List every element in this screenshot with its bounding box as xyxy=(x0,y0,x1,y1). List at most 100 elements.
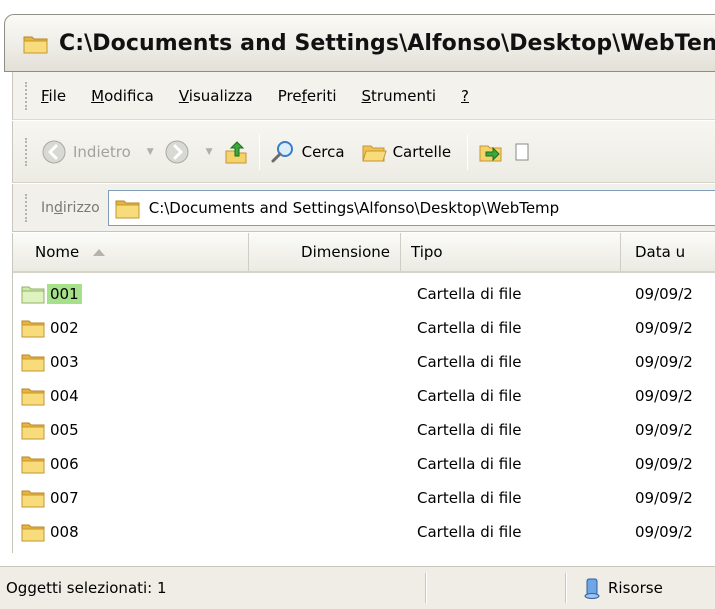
column-type-label: Tipo xyxy=(411,243,443,261)
folder-icon xyxy=(21,284,45,304)
folder-icon xyxy=(21,488,45,508)
file-date: 09/09/2 xyxy=(635,353,693,371)
search-icon xyxy=(270,139,296,165)
row-name-cell: 007 xyxy=(21,488,82,508)
column-header-name[interactable]: Nome xyxy=(13,233,249,271)
toolbar: Indietro ▼ ▼ Cerca Cartelle xyxy=(12,121,715,183)
column-header-size[interactable]: Dimensione xyxy=(249,233,401,271)
back-arrow-icon xyxy=(41,139,67,165)
file-date: 09/09/2 xyxy=(635,455,693,473)
file-name: 002 xyxy=(50,319,79,337)
address-label: Indirizzo xyxy=(41,199,100,216)
row-name-cell: 004 xyxy=(21,386,82,406)
search-label: Cerca xyxy=(301,142,345,161)
back-label: Indietro xyxy=(73,142,131,161)
menu-help[interactable]: ? xyxy=(461,87,469,105)
column-size-label: Dimensione xyxy=(301,243,390,261)
file-name: 001 xyxy=(47,284,82,304)
file-date: 09/09/2 xyxy=(635,523,693,541)
table-row[interactable]: 001 Cartella di file 09/09/2 xyxy=(13,277,715,311)
table-row[interactable]: 003 Cartella di file 09/09/2 xyxy=(13,345,715,379)
folder-icon xyxy=(21,522,45,542)
forward-dropdown-icon[interactable]: ▼ xyxy=(206,147,213,157)
address-input[interactable]: C:\Documents and Settings\Alfonso\Deskto… xyxy=(107,189,715,226)
row-name-cell: 001 xyxy=(21,284,82,304)
menu-strumenti[interactable]: Strumenti xyxy=(362,87,436,105)
status-zone-label: Risorse xyxy=(608,579,663,597)
explorer-window: C:\Documents and Settings\Alfonso\Deskto… xyxy=(0,0,715,609)
file-type: Cartella di file xyxy=(417,421,522,439)
back-dropdown-icon[interactable]: ▼ xyxy=(147,147,154,157)
file-type: Cartella di file xyxy=(417,319,522,337)
row-name-cell: 005 xyxy=(21,420,82,440)
menubar-grip[interactable] xyxy=(25,81,29,110)
forward-button[interactable] xyxy=(164,139,190,165)
search-button[interactable]: Cerca xyxy=(270,139,345,165)
row-name-cell: 008 xyxy=(21,522,82,542)
file-type: Cartella di file xyxy=(417,353,522,371)
column-date-label: Data u xyxy=(635,243,686,261)
menu-visualizza[interactable]: Visualizza xyxy=(179,87,253,105)
column-header-type[interactable]: Tipo xyxy=(401,233,621,271)
folder-icon xyxy=(21,420,45,440)
menu-bar: File Modifica Visualizza Preferiti Strum… xyxy=(12,72,715,120)
file-date: 09/09/2 xyxy=(635,387,693,405)
column-name-label: Nome xyxy=(35,243,80,261)
status-selection: Oggetti selezionati: 1 xyxy=(6,579,167,597)
title-bar[interactable]: C:\Documents and Settings\Alfonso\Deskto… xyxy=(4,14,715,72)
file-date: 09/09/2 xyxy=(635,285,693,303)
folder-icon xyxy=(21,454,45,474)
status-zone: Risorse xyxy=(582,577,663,599)
file-type: Cartella di file xyxy=(417,285,522,303)
folder-icon xyxy=(21,386,45,406)
column-header-date[interactable]: Data u xyxy=(621,233,715,271)
move-to-button[interactable] xyxy=(478,140,504,164)
table-row[interactable]: 004 Cartella di file 09/09/2 xyxy=(13,379,715,413)
folder-icon xyxy=(23,32,49,54)
row-name-cell: 006 xyxy=(21,454,82,474)
address-value: C:\Documents and Settings\Alfonso\Deskto… xyxy=(148,198,560,217)
row-name-cell: 003 xyxy=(21,352,82,372)
status-bar: Oggetti selezionati: 1 Risorse xyxy=(0,566,715,609)
table-row[interactable]: 007 Cartella di file 09/09/2 xyxy=(13,481,715,515)
file-date: 09/09/2 xyxy=(635,319,693,337)
move-to-folder-icon xyxy=(478,140,504,164)
row-name-cell: 002 xyxy=(21,318,82,338)
table-row[interactable]: 002 Cartella di file 09/09/2 xyxy=(13,311,715,345)
file-name: 006 xyxy=(50,455,79,473)
table-row[interactable]: 008 Cartella di file 09/09/2 xyxy=(13,515,715,549)
menu-file[interactable]: File xyxy=(41,87,66,105)
file-name: 008 xyxy=(50,523,79,541)
file-type: Cartella di file xyxy=(417,523,522,541)
forward-arrow-icon xyxy=(164,139,190,165)
folders-button[interactable]: Cartelle xyxy=(361,140,451,164)
addressbar-grip[interactable] xyxy=(25,193,29,222)
menu-modifica[interactable]: Modifica xyxy=(91,87,154,105)
file-name: 004 xyxy=(50,387,79,405)
copy-to-button[interactable] xyxy=(512,140,538,164)
list-rows: 001 Cartella di file 09/09/2 002 Cartell… xyxy=(13,277,715,549)
file-date: 09/09/2 xyxy=(635,489,693,507)
folder-icon xyxy=(21,318,45,338)
file-date: 09/09/2 xyxy=(635,421,693,439)
status-separator xyxy=(425,573,427,603)
file-type: Cartella di file xyxy=(417,387,522,405)
table-row[interactable]: 005 Cartella di file 09/09/2 xyxy=(13,413,715,447)
menu-preferiti[interactable]: Preferiti xyxy=(278,87,337,105)
sort-ascending-icon xyxy=(93,248,106,256)
file-name: 005 xyxy=(50,421,79,439)
file-name: 007 xyxy=(50,489,79,507)
status-separator xyxy=(565,573,567,603)
up-folder-button[interactable] xyxy=(223,139,249,165)
list-header: Nome Dimensione Tipo Data u xyxy=(13,233,715,273)
folders-icon xyxy=(361,140,387,164)
file-list[interactable]: Nome Dimensione Tipo Data u 001 Cartella… xyxy=(12,233,715,553)
window-title: C:\Documents and Settings\Alfonso\Deskto… xyxy=(59,30,715,56)
file-name: 003 xyxy=(50,353,79,371)
toolbar-separator xyxy=(467,133,469,170)
back-button[interactable]: Indietro xyxy=(41,139,131,165)
toolbar-grip[interactable] xyxy=(25,137,29,166)
toolbar-separator xyxy=(258,133,260,170)
table-row[interactable]: 006 Cartella di file 09/09/2 xyxy=(13,447,715,481)
folder-icon xyxy=(115,197,141,219)
